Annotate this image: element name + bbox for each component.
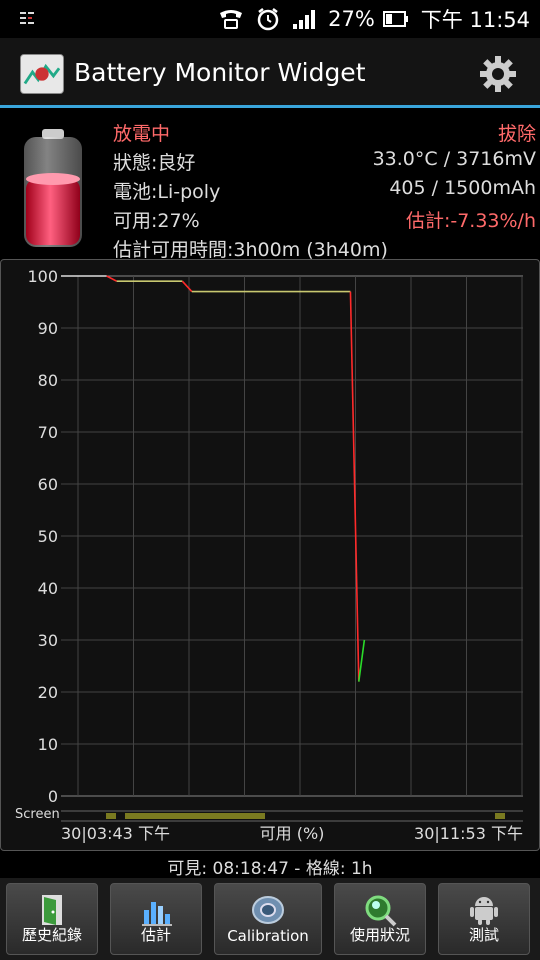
status-bar: 27% 下午 11:54 xyxy=(0,0,540,38)
screen-on-segment xyxy=(106,813,116,819)
temp-voltage: 33.0°C / 3716mV xyxy=(372,148,536,170)
battery-chart[interactable]: 100 90 80 70 60 50 40 30 20 10 0 Screen 30|03:43 下… xyxy=(0,259,540,851)
y-tick-label: 20 xyxy=(38,683,58,702)
history-button[interactable]: 歷史紀錄 xyxy=(6,883,98,955)
test-button-label: 測試 xyxy=(468,926,499,944)
y-tick-label: 30 xyxy=(38,631,58,650)
screen-on-segment xyxy=(495,813,505,819)
y-tick-label: 60 xyxy=(38,475,58,494)
signal-icon xyxy=(293,10,316,29)
calibration-button[interactable]: Calibration xyxy=(214,883,322,955)
estimate-button-label: 估計 xyxy=(140,926,171,944)
estimate-time: 估計可用時間:3h00m (3h40m) xyxy=(113,239,388,261)
gear-icon[interactable] xyxy=(478,54,518,94)
x-center-label: 可用 (%) xyxy=(260,824,325,843)
available-percent: 可用:27% xyxy=(113,210,200,232)
app-title: Battery Monitor Widget xyxy=(74,58,366,87)
android-icon xyxy=(470,897,498,925)
battery-level-icon xyxy=(24,129,82,247)
door-icon xyxy=(42,895,62,925)
history-button-label: 歷史紀錄 xyxy=(21,926,82,944)
magnifier-icon xyxy=(365,895,397,927)
y-tick-label: 10 xyxy=(38,735,58,754)
chart-icon xyxy=(142,902,172,926)
battery-type: 電池:Li-poly xyxy=(113,181,221,203)
discharge-status: 放電中 xyxy=(113,123,171,145)
bottom-toolbar: 歷史紀錄 估計 Calibration 使用狀況 測試 xyxy=(0,878,540,960)
disc-icon xyxy=(252,896,284,924)
estimate-button[interactable]: 估計 xyxy=(110,883,202,955)
plug-status: 拔除 xyxy=(497,123,536,145)
y-tick-label: 0 xyxy=(48,787,58,806)
health-status: 狀態:良好 xyxy=(113,152,196,174)
battery-series-segment xyxy=(358,639,366,682)
x-end-label: 30|11:53 下午 xyxy=(414,824,523,843)
battery-series-segment xyxy=(106,275,118,282)
y-tick-label: 40 xyxy=(38,579,58,598)
alarm-icon xyxy=(257,8,279,31)
y-tick-label: 90 xyxy=(38,319,58,338)
notification-icon xyxy=(20,12,34,24)
y-tick-label: 80 xyxy=(38,371,58,390)
usage-button-label: 使用狀況 xyxy=(349,926,410,944)
screen-on-segment xyxy=(125,813,265,819)
visible-range-label: 可見: 08:18:47 - 格線: 1h xyxy=(167,859,373,879)
app-logo-icon xyxy=(20,54,64,94)
battery-chart-svg: 1009080706050403020100 Screen 30|03:43 下… xyxy=(15,267,523,843)
battery-info: 放電中 拔除 狀態:良好 33.0°C / 3716mV 電池:Li-poly … xyxy=(0,111,540,261)
usage-button[interactable]: 使用狀況 xyxy=(334,883,426,955)
battery-capacity: 405 / 1500mAh xyxy=(389,177,536,199)
x-start-label: 30|03:43 下午 xyxy=(61,824,170,843)
battery-series-segment xyxy=(349,291,360,682)
battery-series-segment xyxy=(181,280,193,293)
y-tick-label: 100 xyxy=(27,267,58,286)
y-tick-label: 70 xyxy=(38,423,58,442)
battery-percent: 27% xyxy=(328,7,375,31)
estimate-rate: 估計:-7.33%/h xyxy=(405,210,536,232)
y-tick-label: 50 xyxy=(38,527,58,546)
screen-label: Screen xyxy=(15,807,60,822)
battery-icon xyxy=(382,11,408,27)
test-button[interactable]: 測試 xyxy=(438,883,530,955)
calibration-button-label: Calibration xyxy=(227,927,309,945)
handset-icon xyxy=(220,10,243,29)
title-bar: Battery Monitor Widget xyxy=(0,38,540,108)
clock: 下午 11:54 xyxy=(420,8,530,32)
